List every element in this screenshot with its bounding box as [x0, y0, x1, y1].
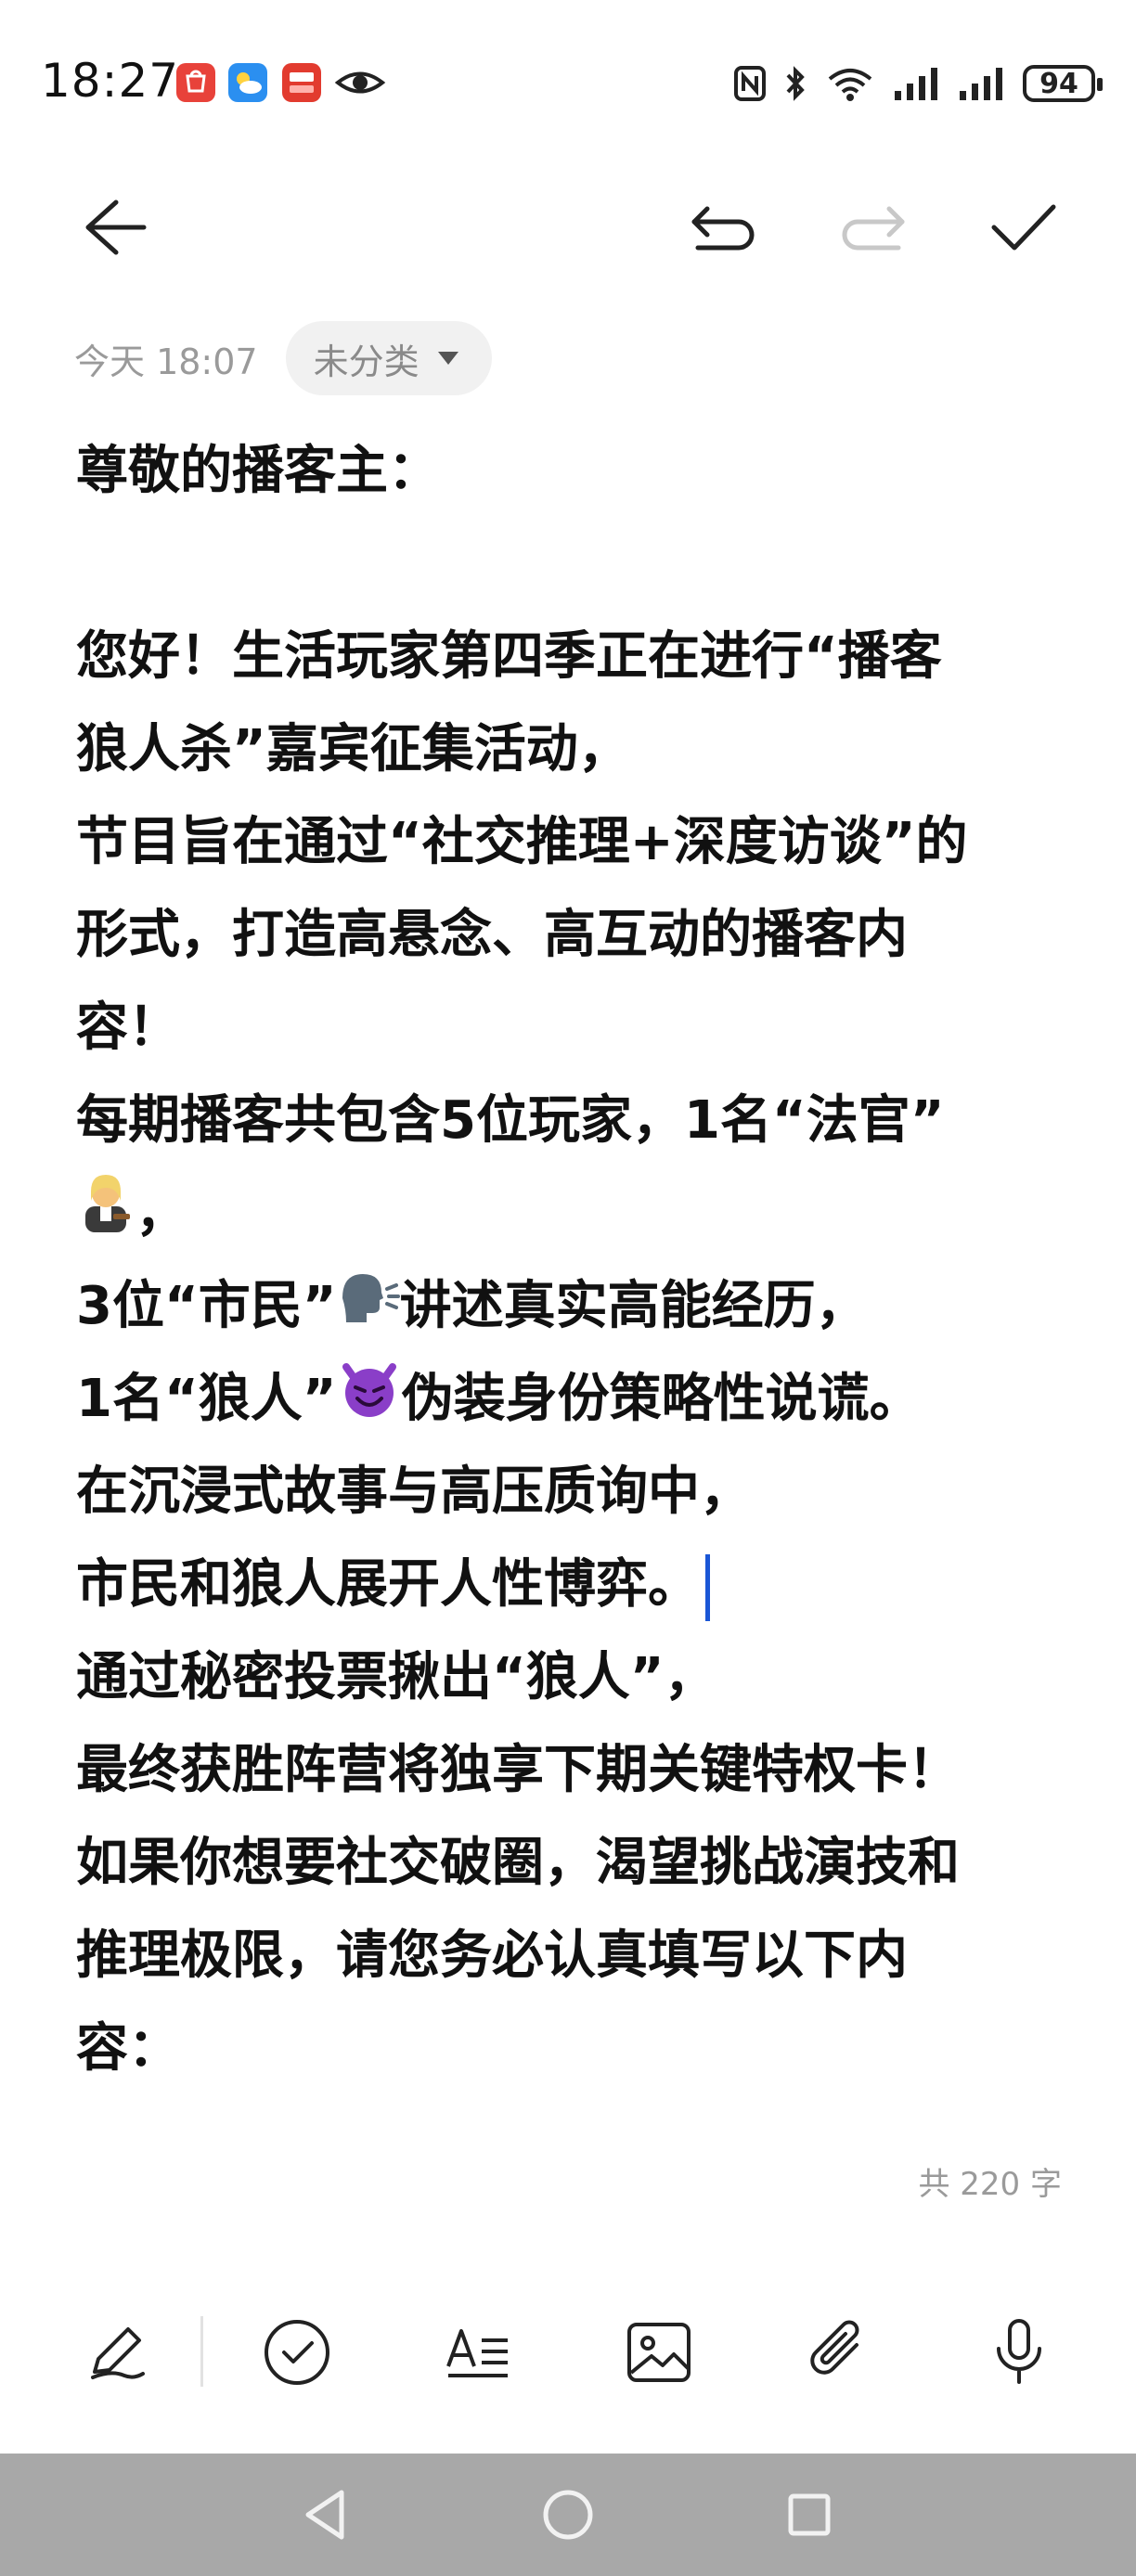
text-line: 狼人杀”嘉宾征集活动，: [76, 719, 630, 779]
note-date: 今天 18:07: [74, 341, 258, 382]
smiling-devil-emoji-icon: [337, 1356, 402, 1449]
nav-recents-icon: [788, 2493, 831, 2536]
text-fragment: ，: [136, 1183, 187, 1243]
back-button[interactable]: [72, 186, 156, 269]
nav-home-icon: [543, 2490, 593, 2540]
text-line: 节目旨在通过“社交推理+深度访谈”的: [76, 812, 968, 872]
handwriting-button[interactable]: [65, 2301, 167, 2403]
text-fragment: 市民和狼人展开人性博弈。: [76, 1554, 700, 1615]
status-time: 18:27: [41, 54, 180, 108]
voice-input-button[interactable]: [968, 2301, 1070, 2403]
judge-emoji-icon: [76, 1169, 136, 1264]
text-cursor: [705, 1553, 710, 1621]
text-line: 最终获胜阵营将独享下期关键特权卡！: [76, 1740, 960, 1800]
huawei-store-icon: [176, 63, 215, 102]
battery-icon: 94: [1023, 65, 1103, 102]
text-line: 容！: [76, 998, 180, 1058]
microphone-icon: [997, 2319, 1041, 2384]
toolbar-divider: [200, 2316, 203, 2387]
wifi-icon: [828, 69, 872, 101]
attachment-icon: [810, 2320, 859, 2375]
insert-image-button[interactable]: [608, 2301, 710, 2403]
note-meta: 今天 18:07 未分类: [74, 321, 492, 395]
image-icon: [627, 2323, 691, 2382]
text-line: 每期播客共包含5位玩家，1名“法官”: [76, 1090, 945, 1151]
text-line: 市民和狼人展开人性博弈。: [76, 1539, 1078, 1631]
text-format-button[interactable]: [427, 2301, 529, 2403]
text-fragment: 3位“市民”: [76, 1276, 337, 1336]
category-selector[interactable]: 未分类: [285, 321, 492, 395]
cloud-pay-icon: [282, 63, 321, 102]
text-line: 形式，打造高悬念、高互动的播客内: [76, 905, 908, 965]
undo-icon: [691, 206, 755, 251]
undo-button[interactable]: [682, 186, 766, 269]
nfc-icon: [734, 66, 766, 101]
system-nav-bar: [0, 2454, 1136, 2576]
text-fragment: 伪装身份策略性说谎。: [401, 1369, 922, 1429]
pen-icon: [91, 2327, 145, 2379]
status-bar: 18:27 94: [0, 0, 1136, 167]
nav-back-icon: [305, 2490, 344, 2540]
check-icon: [991, 204, 1056, 251]
text-format-icon: [446, 2329, 508, 2377]
back-arrow-icon: [85, 200, 147, 255]
signal-icon: [895, 68, 937, 100]
attachment-button[interactable]: [787, 2301, 889, 2403]
category-label: 未分类: [313, 341, 420, 382]
text-line: ，: [76, 1167, 1078, 1260]
text-line: 尊敬的播客主：: [76, 441, 440, 501]
speaking-head-emoji-icon: [337, 1263, 400, 1356]
text-fragment: 讲述真实高能经历，: [399, 1276, 868, 1336]
status-icons: 94: [733, 58, 1103, 109]
note-body[interactable]: 尊敬的播客主： 您好！生活玩家第四季正在进行“播客 狼人杀”嘉宾征集活动， 节目…: [76, 425, 1078, 2095]
text-fragment: 1名“狼人”: [76, 1369, 337, 1429]
redo-icon: [842, 206, 905, 251]
word-count: 共 220 字: [918, 2166, 1062, 2203]
nav-home-button[interactable]: [531, 2478, 605, 2552]
checklist-icon: [265, 2320, 329, 2385]
checklist-button[interactable]: [246, 2301, 348, 2403]
nav-back-button[interactable]: [290, 2478, 364, 2552]
text-line: 通过秘密投票揪出“狼人”，: [76, 1647, 716, 1707]
text-line: 如果你想要社交破圈，渴望挑战演技和: [76, 1833, 960, 1893]
edit-toolbar: [0, 2301, 1136, 2403]
text-line: 在沉浸式故事与高压质询中，: [76, 1462, 752, 1522]
weather-icon: [228, 63, 267, 102]
chevron-down-icon: [437, 352, 458, 365]
text-line: 您好！生活玩家第四季正在进行“播客: [76, 626, 942, 687]
redo-button[interactable]: [831, 186, 914, 269]
bluetooth-icon: [786, 66, 805, 101]
signal-icon: [960, 68, 1002, 100]
text-line: 容：: [76, 2018, 180, 2079]
nav-recents-button[interactable]: [772, 2478, 846, 2552]
eye-icon: [334, 63, 386, 102]
done-button[interactable]: [982, 186, 1065, 269]
text-line: 1名“狼人” 伪装身份策略性说谎。: [76, 1353, 1078, 1446]
text-line: 3位“市民” 讲述真实高能经历，: [76, 1260, 1078, 1353]
text-line: 推理极限，请您务必认真填写以下内: [76, 1926, 908, 1986]
note-toolbar: [0, 167, 1136, 278]
